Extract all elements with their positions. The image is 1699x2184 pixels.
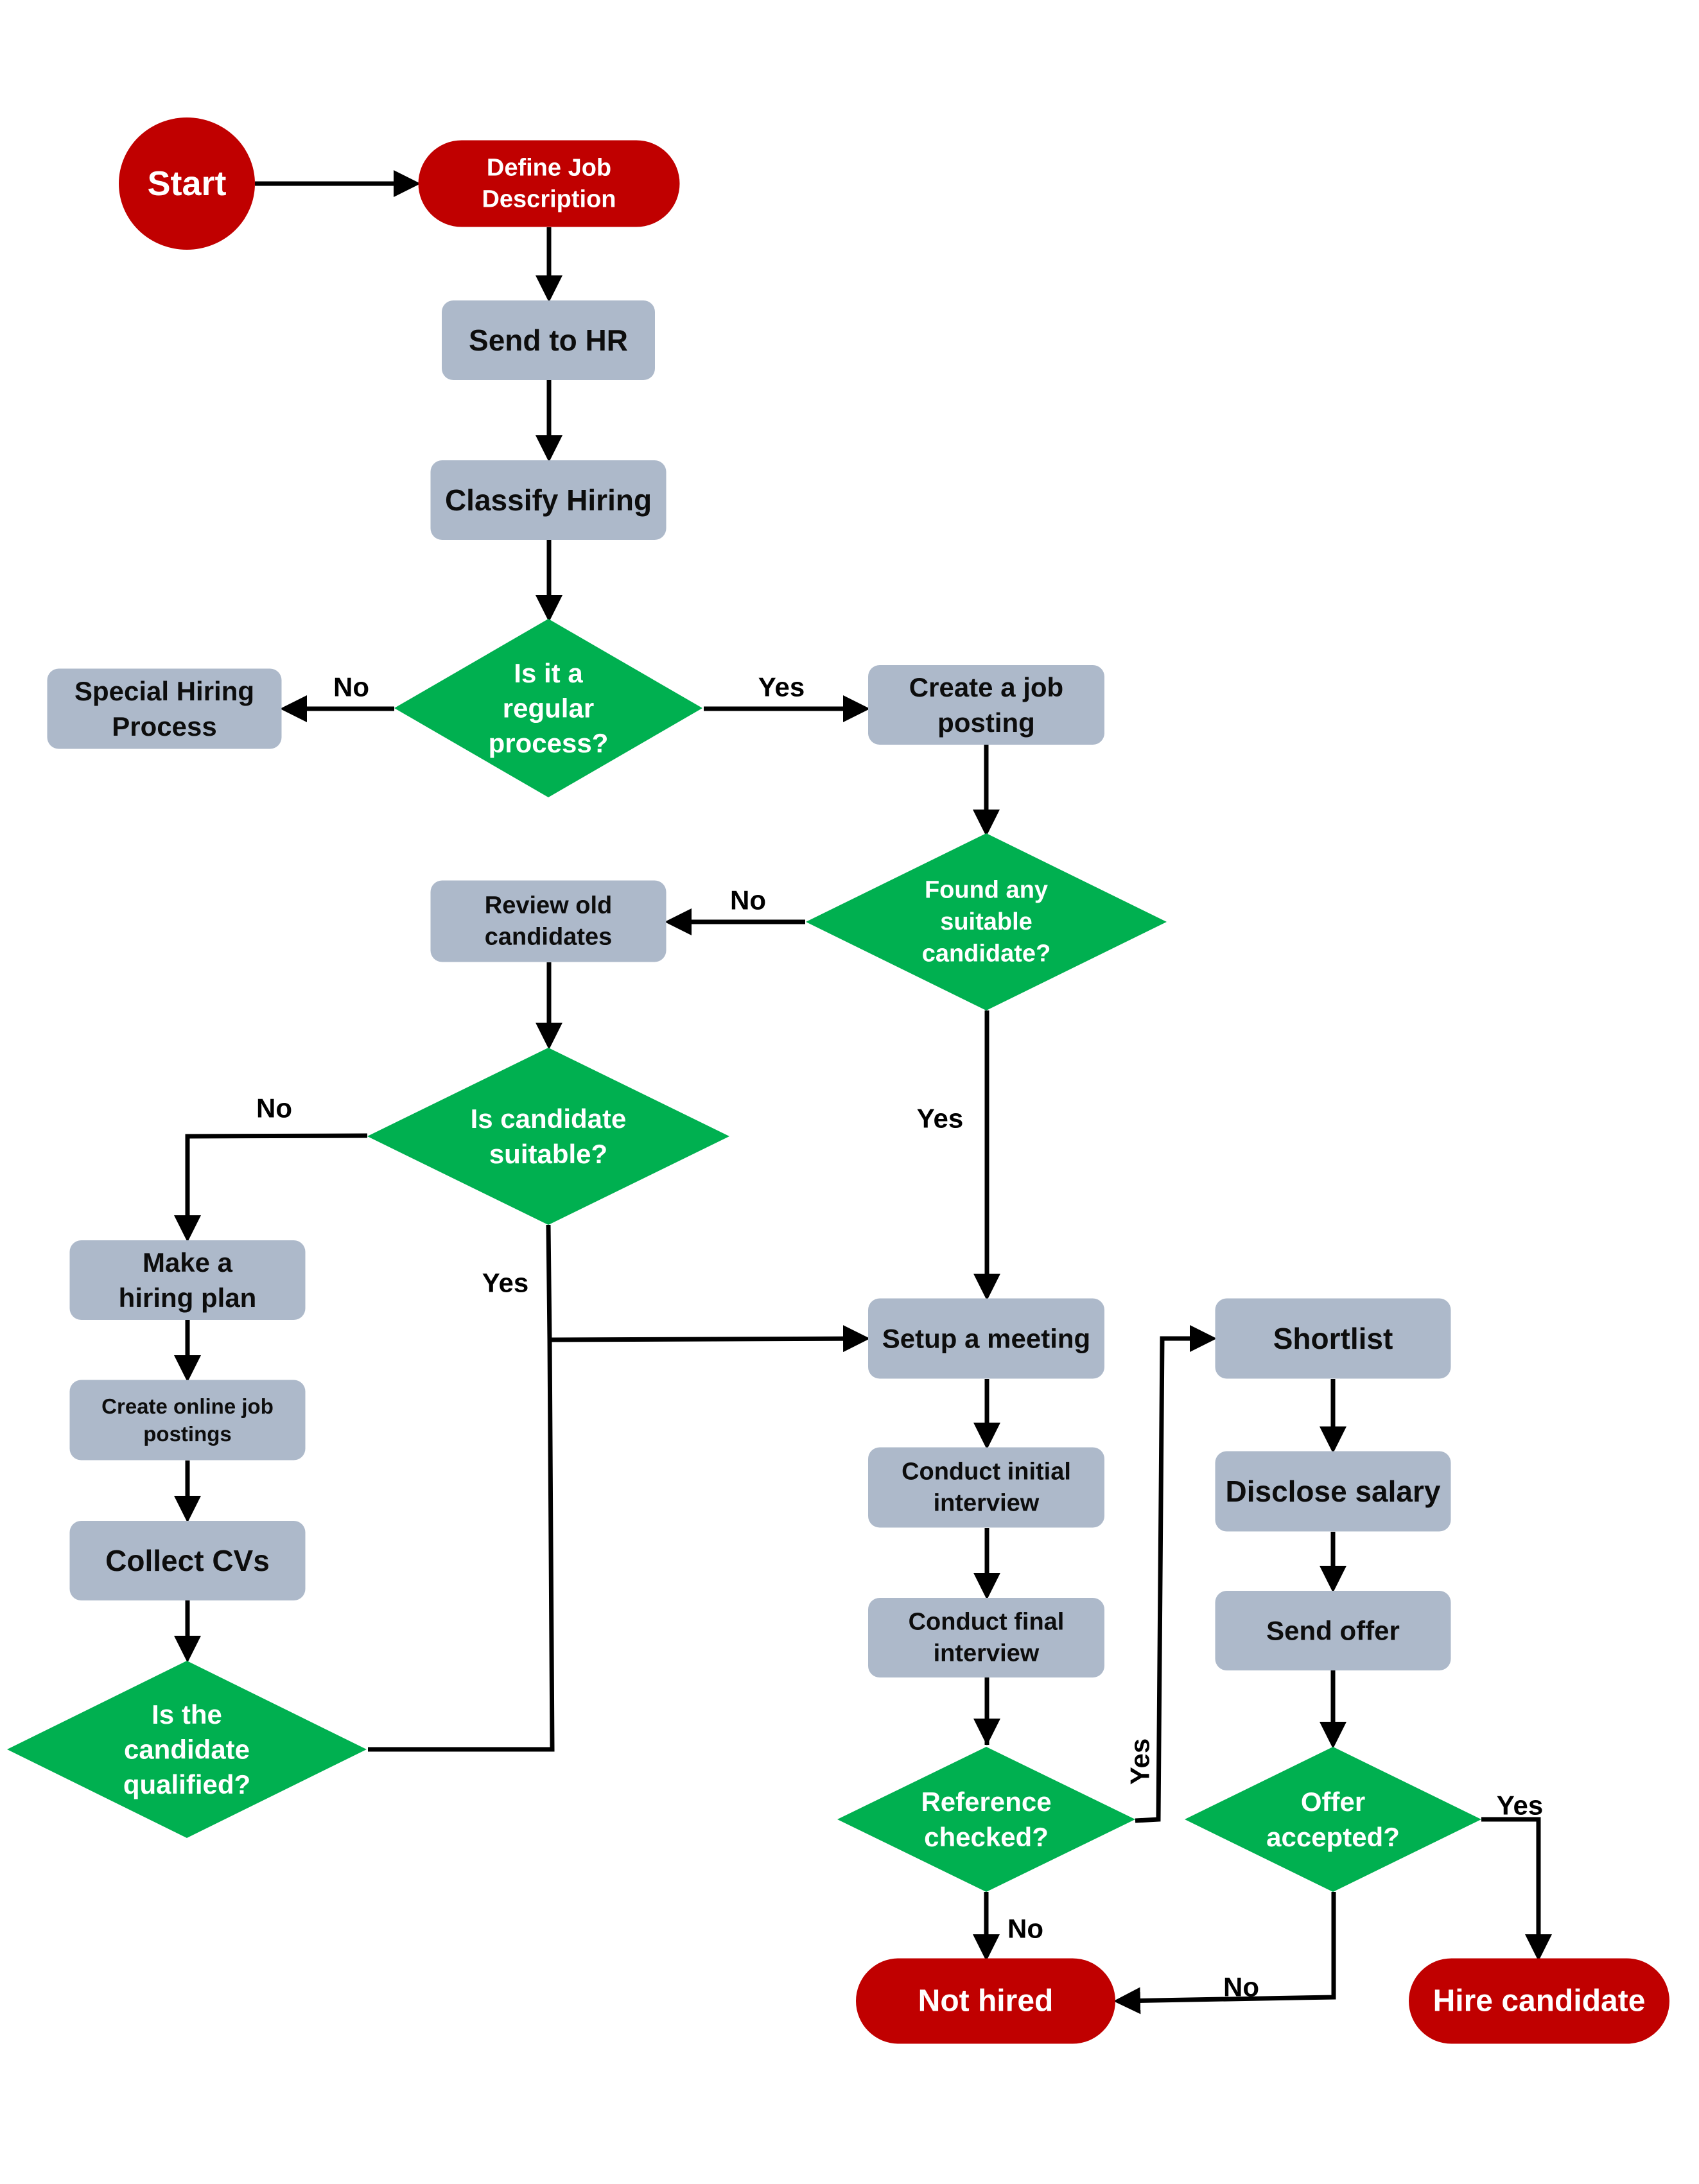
node-create-posting: Create a job posting [868,665,1104,745]
arrow-cand-suitable-to-setup-meeting [549,1325,870,1353]
arrow-cand-suitable-to-hiring-plan [174,1133,368,1242]
node-start: Start [119,117,255,250]
node-label: Create a job [909,672,1063,702]
node-send-offer: Send offer [1215,1591,1451,1670]
node-initial-interview: Conduct initial interview [868,1447,1104,1528]
node-label: accepted? [1266,1822,1400,1852]
edge-label-yes: Yes [1497,1790,1543,1821]
node-label: Conduct initial [902,1458,1071,1485]
arrow-offer-accepted-to-hire [1481,1817,1552,1961]
node-label: Setup a meeting [882,1324,1090,1354]
node-shortlist: Shortlist [1215,1298,1451,1379]
node-label: Collect CVs [105,1544,270,1577]
decision-diamond [1185,1747,1481,1892]
terminal-shape [418,140,680,227]
node-hire: Hire candidate [1409,1958,1669,2044]
node-label: Hire candidate [1433,1984,1646,2018]
node-setup-meeting: Setup a meeting [868,1298,1104,1379]
node-label: hiring plan [119,1283,257,1313]
node-label: Disclose salary [1225,1475,1440,1508]
connector-line [368,1224,555,1752]
node-online-postings: Create online job postings [69,1380,306,1460]
decision-diamond [367,1048,729,1225]
node-qualified: Is the candidate qualified? [7,1661,367,1838]
node-label: candidate? [922,940,1051,967]
node-label: Define Job [487,154,611,181]
edge-label-no: No [1007,1914,1043,1944]
node-found-any: Found any suitable candidate? [806,833,1167,1010]
node-label: Not hired [918,1984,1054,2018]
node-hiring-plan: Make a hiring plan [69,1240,306,1320]
node-regular: Is it a regular process? [394,619,702,797]
node-classify: Classify Hiring [430,460,667,540]
node-label: Process [112,711,216,741]
node-label: Description [482,186,616,213]
node-reference: Reference checked? [837,1747,1135,1892]
node-final-interview: Conduct final interview [868,1598,1104,1677]
node-label: suitable [940,908,1032,935]
edge-label-yes: Yes [758,672,805,702]
node-send-hr: Send to HR [442,300,655,380]
edge-label-no: No [333,672,369,702]
node-label: suitable? [489,1139,607,1169]
node-label: Shortlist [1273,1322,1393,1355]
node-label: process? [489,728,609,758]
node-cand-suitable: Is candidate suitable? [367,1048,729,1225]
edge-label-no: No [730,885,766,915]
edge-label-yes: Yes [482,1268,528,1298]
node-label: Conduct final [909,1608,1065,1635]
node-label: Found any [925,877,1048,904]
decision-diamond [837,1747,1135,1892]
node-label: Start [147,164,226,203]
node-label: Review old [485,892,613,919]
edge-label-no: No [256,1093,292,1123]
nodes: Start Define Job Description Send to HR Clas… [7,117,1669,2044]
node-label: Send offer [1266,1616,1400,1646]
node-label: candidate [124,1735,250,1765]
connectors [174,170,1552,2015]
node-review-old: Review old candidates [430,880,667,962]
node-label: Send to HR [469,324,628,357]
node-define-job: Define Job Description [418,140,680,227]
node-label: candidates [485,924,613,951]
node-special: Special Hiring Process [47,668,282,749]
node-not-hired: Not hired [856,1958,1115,2044]
node-label: interview [934,1490,1040,1517]
edge-label-yes: Yes [917,1104,963,1134]
node-label: Offer [1301,1787,1365,1817]
node-label: checked? [924,1822,1049,1852]
node-label: interview [934,1640,1040,1667]
node-disclose-salary: Disclose salary [1215,1451,1451,1532]
node-label: Classify Hiring [445,483,652,517]
node-label: regular [503,693,594,724]
node-label: Create online job [101,1394,274,1418]
node-label: Is it a [514,658,583,688]
node-offer-accepted: Offer accepted? [1185,1747,1481,1892]
node-label: Is the [152,1699,222,1729]
node-label: Make a [143,1247,233,1278]
edge-label-yes: Yes [1125,1738,1155,1785]
node-collect-cvs: Collect CVs [69,1521,306,1600]
edge-label-no: No [1223,1972,1259,2002]
node-label: postings [143,1422,232,1446]
node-label: posting [937,707,1035,738]
node-label: Reference [921,1787,1051,1817]
hiring-process-flowchart: Start Define Job Description Send to HR Clas… [7,117,1669,2044]
node-label: qualified? [123,1769,250,1799]
node-label: Special Hiring [74,676,254,706]
node-label: Is candidate [471,1104,627,1134]
process-box [69,1380,306,1460]
